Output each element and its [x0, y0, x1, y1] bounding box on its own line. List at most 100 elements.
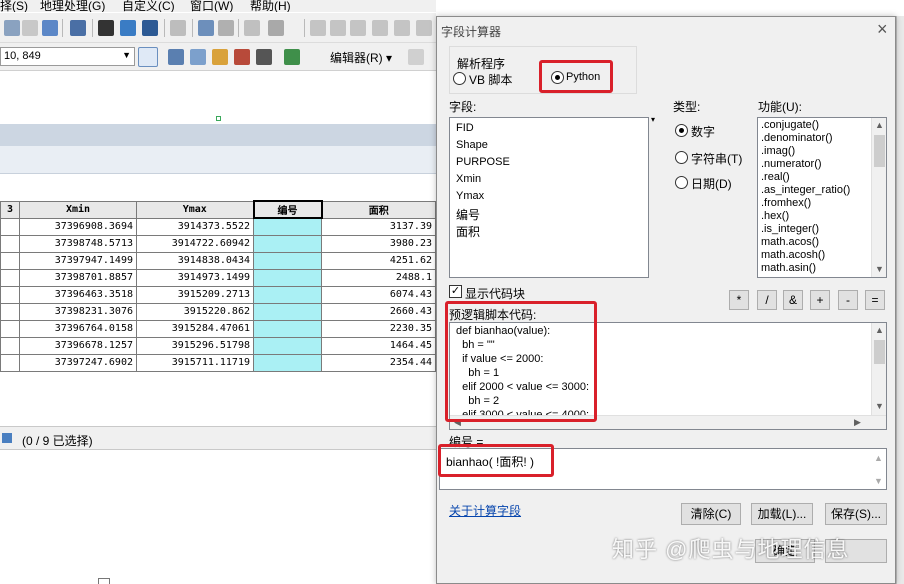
- load-button[interactable]: 加载(L)...: [751, 503, 813, 525]
- table-cell[interactable]: 3137.39: [321, 217, 436, 236]
- save-button[interactable]: 保存(S)...: [825, 503, 887, 525]
- field-item[interactable]: Ymax: [456, 190, 484, 202]
- function-item[interactable]: .as_integer_ratio(): [761, 184, 850, 196]
- clear-button[interactable]: 清除(C): [681, 503, 741, 525]
- dropdown-icon[interactable]: [218, 20, 234, 36]
- operator-divide-button[interactable]: /: [757, 290, 777, 310]
- menu-customize[interactable]: 自定义(C): [122, 0, 175, 12]
- table-cell[interactable]: 4251.62: [321, 251, 436, 270]
- table-cell[interactable]: 37397947.1499: [19, 251, 137, 270]
- table-cell[interactable]: [0, 234, 20, 253]
- tool-a-icon[interactable]: [310, 20, 326, 36]
- column-header-ymax[interactable]: Ymax: [136, 200, 254, 219]
- edit-tool-icon[interactable]: [22, 20, 38, 36]
- functions-list[interactable]: .conjugate() .denominator() .imag() .num…: [757, 117, 887, 278]
- table-cell[interactable]: 3980.23: [321, 234, 436, 253]
- table-cell[interactable]: 37398231.3076: [19, 302, 137, 321]
- field-item[interactable]: Shape: [456, 139, 488, 151]
- tool-d-icon[interactable]: [372, 20, 388, 36]
- table-cell[interactable]: 37398748.5713: [19, 234, 137, 253]
- function-item[interactable]: .numerator(): [761, 158, 822, 170]
- about-calculate-field-link[interactable]: 关于计算字段: [449, 502, 521, 519]
- table-cell[interactable]: 3915209.2713: [136, 285, 254, 304]
- table-cell[interactable]: [0, 268, 20, 287]
- edit-arrow-icon[interactable]: [408, 49, 424, 65]
- menu-window[interactable]: 窗口(W): [190, 0, 233, 12]
- function-item[interactable]: math.acos(): [761, 236, 819, 248]
- sketch-icon[interactable]: [268, 20, 284, 36]
- table-cell[interactable]: [253, 251, 322, 270]
- function-item[interactable]: math.acosh(): [761, 249, 825, 261]
- function-item[interactable]: .hex(): [761, 210, 789, 222]
- scrollbar-thumb[interactable]: [874, 135, 885, 167]
- table-cell[interactable]: 37398701.8857: [19, 268, 137, 287]
- table-cell[interactable]: [253, 302, 322, 321]
- map-view[interactable]: [0, 71, 436, 124]
- operator-concat-button[interactable]: &: [783, 290, 803, 310]
- operator-minus-button[interactable]: -: [838, 290, 858, 310]
- fields-list[interactable]: FID Shape PURPOSE Xmin Ymax 编号 面积: [449, 117, 649, 278]
- add-data-icon[interactable]: [198, 20, 214, 36]
- tool-f-icon[interactable]: [416, 20, 432, 36]
- radio-type-number[interactable]: [675, 124, 688, 137]
- scroll-down-icon[interactable]: ▼: [874, 476, 883, 486]
- route-icon[interactable]: [120, 20, 136, 36]
- table-cell[interactable]: 2354.44: [321, 353, 436, 372]
- table-row[interactable]: 37398748.5713 3914722.60942 3980.23: [0, 234, 436, 253]
- function-item[interactable]: .is_integer(): [761, 223, 819, 235]
- menu-select[interactable]: 择(S): [0, 0, 28, 12]
- table-cell[interactable]: 37396678.1257: [19, 336, 137, 355]
- table-cell[interactable]: [253, 217, 322, 236]
- radio-type-string[interactable]: [675, 151, 688, 164]
- table-cell[interactable]: 3915711.11719: [136, 353, 254, 372]
- report-icon[interactable]: [190, 49, 206, 65]
- comment-icon[interactable]: [42, 20, 58, 36]
- table-row[interactable]: 37396678.1257 3915296.51798 1464.45: [0, 336, 436, 355]
- table-cell[interactable]: 1464.45: [321, 336, 436, 355]
- clock-icon[interactable]: [170, 20, 186, 36]
- table-cell[interactable]: 37396463.3518: [19, 285, 137, 304]
- column-header-area[interactable]: 面积: [321, 200, 436, 219]
- table-cell[interactable]: [0, 319, 20, 338]
- show-codeblock-checkbox[interactable]: ✓: [449, 285, 462, 298]
- binoculars-icon[interactable]: [98, 20, 114, 36]
- keyboard-icon[interactable]: [70, 20, 86, 36]
- table-cell[interactable]: 37396764.0158: [19, 319, 137, 338]
- close-icon[interactable]: ×: [877, 19, 888, 40]
- code-vscrollbar[interactable]: ▲ ▼: [871, 323, 886, 415]
- table-cell[interactable]: [0, 336, 20, 355]
- table-cell[interactable]: 37397247.6902: [19, 353, 137, 372]
- column-header-bianhao[interactable]: 编号: [252, 200, 323, 219]
- table-row[interactable]: 37397247.6902 3915711.11719 2354.44: [0, 353, 436, 372]
- scroll-down-icon[interactable]: ▼: [875, 401, 884, 411]
- table-icon[interactable]: [168, 49, 184, 65]
- operator-plus-button[interactable]: +: [810, 290, 830, 310]
- fields-menu-arrow-icon[interactable]: ▾: [651, 115, 655, 124]
- operator-equals-button[interactable]: =: [865, 290, 885, 310]
- field-item[interactable]: 面积: [456, 223, 480, 240]
- scroll-up-icon[interactable]: ▲: [875, 325, 884, 335]
- column-header-xmin[interactable]: Xmin: [19, 200, 137, 219]
- table-cell[interactable]: 6074.43: [321, 285, 436, 304]
- column-header[interactable]: 3: [0, 200, 20, 219]
- table-cell[interactable]: [253, 234, 322, 253]
- model-builder-icon[interactable]: [284, 49, 300, 65]
- table-cell[interactable]: 3914973.1499: [136, 268, 254, 287]
- table-cell[interactable]: 3914722.60942: [136, 234, 254, 253]
- scroll-down-icon[interactable]: ▼: [875, 264, 884, 274]
- functions-scrollbar[interactable]: ▲ ▼: [871, 118, 886, 277]
- table-row[interactable]: 37398231.3076 3915220.862 2660.43: [0, 302, 436, 321]
- table-cell[interactable]: 3914373.5522: [136, 217, 254, 236]
- menu-geoprocessing[interactable]: 地理处理(G): [40, 0, 105, 12]
- function-item[interactable]: .real(): [761, 171, 790, 183]
- table-cell[interactable]: 2660.43: [321, 302, 436, 321]
- command-line-icon[interactable]: [256, 49, 272, 65]
- table-cell[interactable]: 3915284.47061: [136, 319, 254, 338]
- function-item[interactable]: .conjugate(): [761, 119, 819, 131]
- table-cell[interactable]: 3915296.51798: [136, 336, 254, 355]
- table-cell[interactable]: 2230.35: [321, 319, 436, 338]
- resize-handle-icon[interactable]: [98, 578, 110, 584]
- tool-e-icon[interactable]: [394, 20, 410, 36]
- editor-menu[interactable]: 编辑器(R) ▾: [330, 49, 392, 66]
- layer-icon[interactable]: [212, 49, 228, 65]
